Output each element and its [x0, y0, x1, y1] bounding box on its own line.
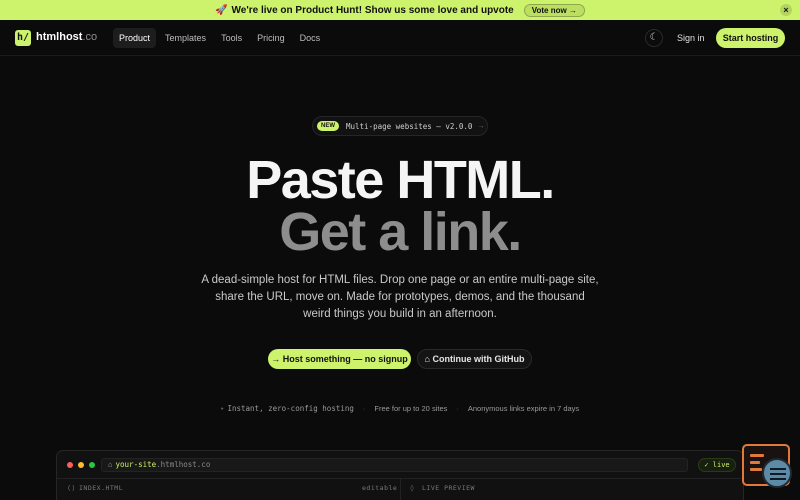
nav-link-templates[interactable]: Templates	[159, 28, 212, 48]
logo-icon[interactable]: h/	[15, 30, 31, 46]
github-label: Continue with GitHub	[432, 354, 525, 364]
right-pane-title: LIVE PREVIEW	[422, 484, 475, 492]
hero-title-line1: Paste HTML.	[246, 150, 555, 210]
host-something-button[interactable]: → Host something — no signup	[268, 349, 411, 369]
github-icon: ⌂	[424, 354, 430, 364]
hero-subtitle: A dead-simple host for HTML files. Drop …	[201, 274, 599, 320]
moon-icon[interactable]: ☾	[645, 29, 663, 47]
maximize-dot-icon	[89, 461, 95, 468]
separator: ·	[456, 404, 459, 413]
editor-preview-window: ⌂ your-site.htmlhost.co ✓ live ⟨⟩ INDEX.H…	[56, 450, 744, 500]
separator: ·	[362, 404, 366, 413]
brand-logo[interactable]: htmlhost.co	[36, 31, 97, 43]
feature-list: • Instant, zero-config hosting · Free fo…	[0, 404, 800, 413]
floating-widget-icon[interactable]	[742, 444, 792, 488]
left-pane-title: INDEX.HTML	[79, 484, 124, 492]
live-status-badge: ✓ live	[698, 458, 736, 472]
hero-title-line2: Get a link.	[279, 202, 522, 262]
release-pill[interactable]: NEW Multi-page websites — v2.0.0 →	[312, 116, 488, 136]
announcement-bar: 🚀 We're live on Product Hunt! Show us so…	[0, 0, 800, 20]
new-badge: NEW	[317, 121, 339, 131]
window-titlebar: ⌂ your-site.htmlhost.co ✓ live	[57, 451, 743, 479]
github-button[interactable]: ⌂ Continue with GitHub	[417, 349, 532, 369]
pane-divider	[400, 479, 401, 500]
nav-link-pricing[interactable]: Pricing	[251, 28, 291, 48]
arrow-right-icon: →	[477, 122, 485, 130]
close-dot-icon	[67, 461, 73, 468]
editable-label: editable	[362, 484, 398, 492]
host-something-label: Host something — no signup	[282, 354, 408, 364]
bullet-icon: •	[220, 404, 224, 413]
release-text: Multi-page websites — v2.0.0	[346, 121, 473, 131]
brand-name: htmlhost	[36, 31, 83, 43]
nav-link-tools[interactable]: Tools	[215, 28, 248, 48]
url-bar[interactable]: ⌂ your-site.htmlhost.co	[101, 458, 688, 472]
feature-item: Free for up to 20 sites	[374, 404, 448, 413]
minimize-dot-icon	[78, 461, 84, 468]
chat-bubble-icon	[762, 458, 792, 488]
file-icon: ⟨⟩	[67, 484, 76, 492]
url-subdomain: your-site	[115, 460, 157, 469]
start-hosting-button[interactable]: Start hosting	[716, 28, 785, 48]
feature-item: Instant, zero-config hosting	[227, 404, 354, 413]
close-icon[interactable]: ×	[780, 4, 792, 16]
eye-icon: ◊	[410, 484, 415, 492]
nav-links: Product Templates Tools Pricing Docs	[113, 28, 329, 48]
arrow-right-icon: →	[271, 354, 281, 364]
nav-link-docs[interactable]: Docs	[294, 28, 327, 48]
rocket-icon: 🚀	[215, 4, 228, 16]
vote-now-button[interactable]: Vote now →	[523, 3, 585, 17]
lock-icon: ⌂	[108, 460, 113, 469]
brand-tld: .co	[82, 31, 98, 43]
sign-in-link[interactable]: Sign in	[677, 33, 705, 43]
feature-item: Anonymous links expire in 7 days	[467, 404, 580, 413]
nav-link-product[interactable]: Product	[113, 28, 157, 48]
top-navbar: h/ htmlhost.co Product Templates Tools P…	[0, 20, 800, 56]
url-domain: .htmlhost.co	[156, 460, 211, 469]
announcement-text: We're live on Product Hunt! Show us some…	[231, 4, 514, 16]
